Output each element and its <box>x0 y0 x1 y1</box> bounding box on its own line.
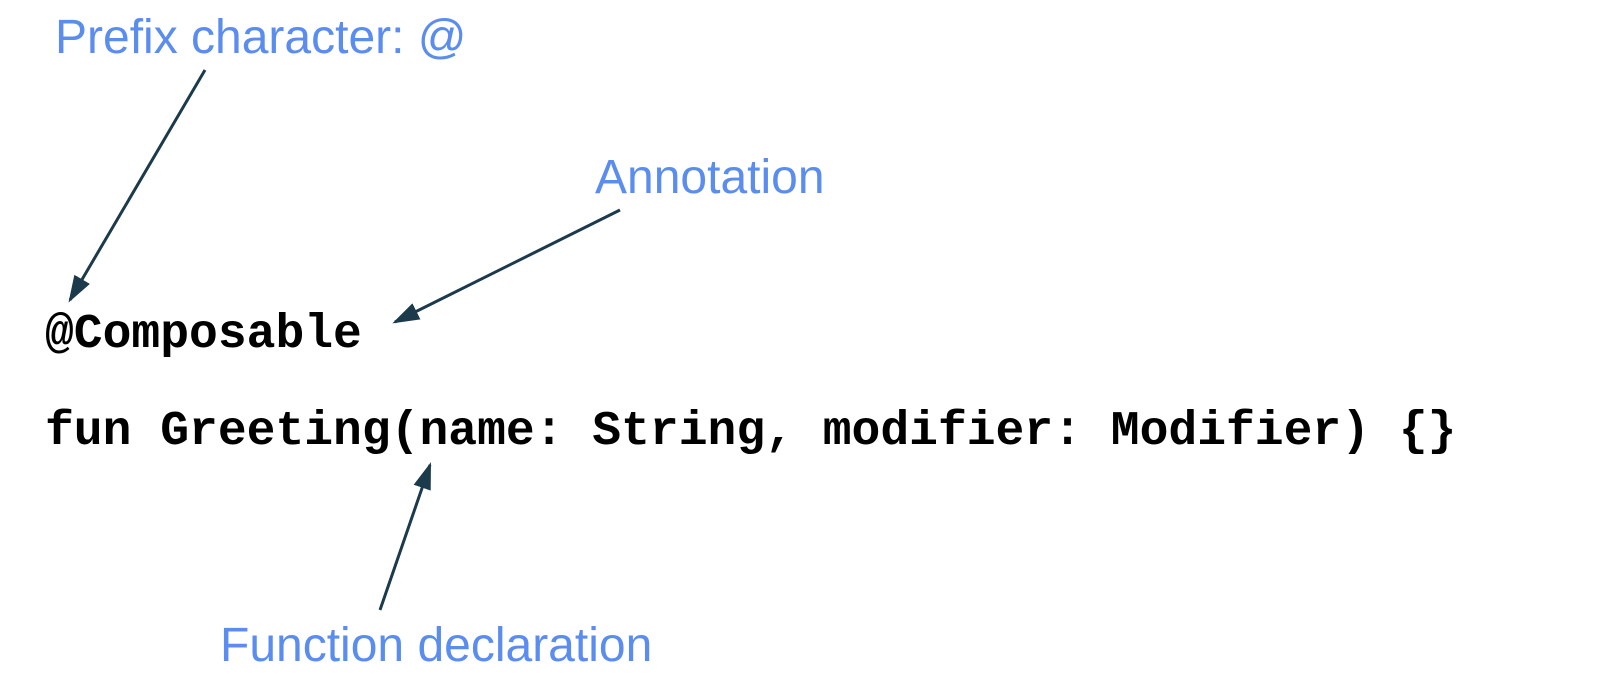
prefix-label: Prefix character: @ <box>55 10 467 65</box>
arrow-annotation <box>395 210 620 322</box>
code-function: fun Greeting(name: String, modifier: Mod… <box>45 405 1456 459</box>
arrow-function <box>380 465 430 610</box>
code-annotation: @Composable <box>45 308 362 362</box>
annotation-label: Annotation <box>595 150 825 205</box>
arrow-prefix <box>70 70 205 300</box>
function-declaration-label: Function declaration <box>220 618 652 673</box>
